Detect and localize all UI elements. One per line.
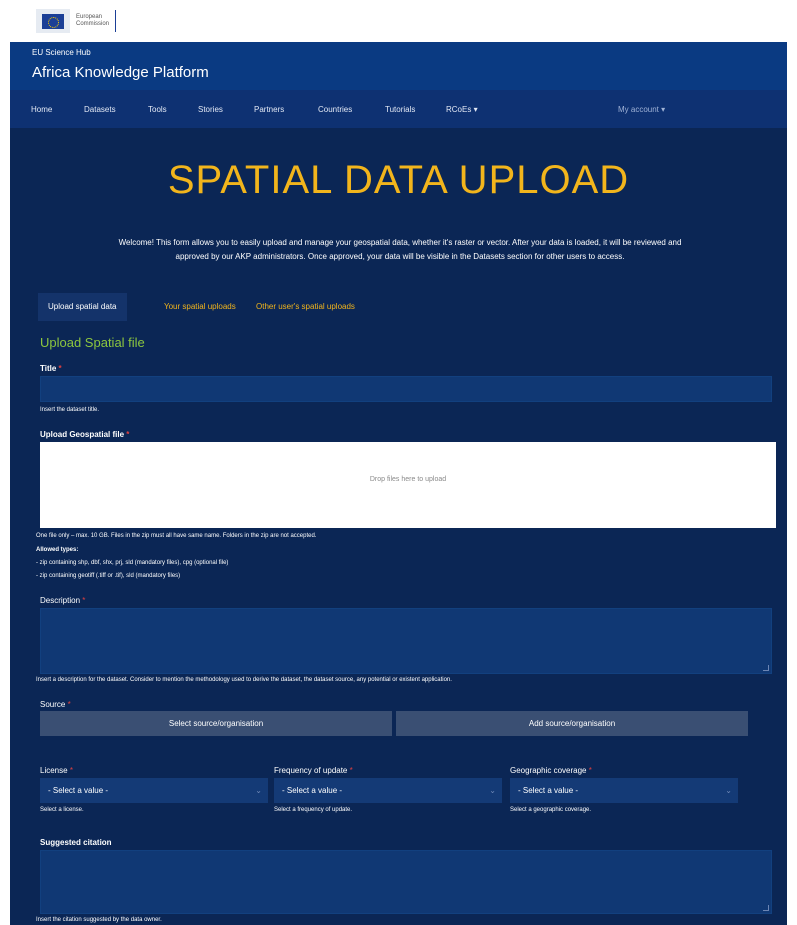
intro-text: Welcome! This form allows you to easily …	[50, 236, 750, 264]
description-help: Insert a description for the dataset. Co…	[36, 677, 452, 683]
required-mark: *	[588, 766, 592, 775]
ec-logo-text: European Commission	[76, 14, 109, 28]
file-dropzone[interactable]: Drop files here to upload	[40, 442, 776, 528]
eu-flag-icon	[36, 9, 70, 33]
coverage-value: - Select a value -	[518, 786, 579, 795]
nav-tools[interactable]: Tools	[148, 105, 167, 114]
upload-label: Upload Geospatial file *	[40, 430, 130, 439]
upload-help-3: - zip containing shp, dbf, shx, prj, sld…	[36, 560, 229, 566]
ec-logo-line1: European	[76, 14, 103, 20]
chevron-down-icon: ⌄	[725, 786, 732, 795]
required-mark: *	[126, 430, 130, 439]
nav-rcoes-dropdown[interactable]: RCoEs ▾	[446, 105, 478, 114]
citation-textarea[interactable]	[40, 850, 772, 914]
platform-name[interactable]: Africa Knowledge Platform	[32, 64, 209, 81]
required-mark: *	[82, 596, 86, 605]
ec-logo-divider	[115, 10, 117, 32]
upload-help-2: Allowed types:	[36, 547, 79, 553]
main-content: SPATIAL DATA UPLOAD Welcome! This form a…	[10, 128, 787, 925]
coverage-select[interactable]: - Select a value - ⌄	[510, 778, 738, 803]
main-nav: Home Datasets Tools Stories Partners Cou…	[10, 90, 787, 128]
frequency-select[interactable]: - Select a value - ⌄	[274, 778, 502, 803]
license-label: License *	[40, 766, 73, 775]
chevron-down-icon: ⌄	[255, 786, 262, 795]
nav-tutorials[interactable]: Tutorials	[385, 105, 415, 114]
title-input[interactable]	[40, 376, 772, 402]
ec-logo-line2: Commission	[76, 21, 110, 27]
nav-home[interactable]: Home	[31, 105, 52, 114]
license-value: - Select a value -	[48, 786, 109, 795]
upload-help-1: One file only – max. 10 GB. Files in the…	[36, 533, 317, 539]
page-title: SPATIAL DATA UPLOAD	[167, 158, 630, 202]
nav-partners[interactable]: Partners	[254, 105, 284, 114]
resize-handle-icon[interactable]	[763, 665, 769, 671]
nav-stories[interactable]: Stories	[198, 105, 223, 114]
ec-logo[interactable]: European Commission	[36, 9, 117, 33]
tab-your-spatial-uploads[interactable]: Your spatial uploads	[154, 293, 246, 321]
chevron-down-icon: ⌄	[489, 786, 496, 795]
required-mark: *	[67, 700, 71, 709]
description-textarea[interactable]	[40, 608, 772, 674]
select-source-button[interactable]: Select source/organisation	[40, 711, 392, 736]
nav-datasets[interactable]: Datasets	[84, 105, 116, 114]
required-mark: *	[349, 766, 353, 775]
tab-upload-spatial-data[interactable]: Upload spatial data	[38, 293, 127, 321]
coverage-label: Geographic coverage *	[510, 766, 592, 775]
site-header: EU Science Hub Africa Knowledge Platform	[10, 42, 787, 90]
tab-other-users-spatial-uploads[interactable]: Other user's spatial uploads	[246, 293, 365, 321]
title-label: Title *	[40, 364, 62, 373]
ec-top-bar: European Commission	[0, 0, 797, 42]
citation-label: Suggested citation	[40, 838, 112, 847]
required-mark: *	[58, 364, 62, 373]
license-select[interactable]: - Select a value - ⌄	[40, 778, 268, 803]
hub-name[interactable]: EU Science Hub	[32, 48, 91, 57]
license-help: Select a license.	[40, 807, 84, 813]
source-label: Source *	[40, 700, 71, 709]
frequency-help: Select a frequency of update.	[274, 807, 353, 813]
description-label: Description *	[40, 596, 86, 605]
title-help: Insert the dataset title.	[40, 407, 100, 413]
add-source-button[interactable]: Add source/organisation	[396, 711, 748, 736]
required-mark: *	[69, 766, 73, 775]
nav-countries[interactable]: Countries	[318, 105, 352, 114]
coverage-help: Select a geographic coverage.	[510, 807, 592, 813]
my-account-dropdown[interactable]: My account ▾	[618, 105, 665, 114]
intro-line-2: approved by our AKP administrators. Once…	[175, 252, 625, 261]
section-title: Upload Spatial file	[40, 335, 145, 350]
frequency-value: - Select a value -	[282, 786, 343, 795]
dropzone-text: Drop files here to upload	[369, 476, 447, 483]
intro-line-1: Welcome! This form allows you to easily …	[118, 238, 682, 247]
frequency-label: Frequency of update *	[274, 766, 353, 775]
citation-help: Insert the citation suggested by the dat…	[36, 917, 162, 923]
resize-handle-icon[interactable]	[763, 905, 769, 911]
upload-help-4: - zip containing geotiff (.tiff or .tif)…	[36, 573, 181, 579]
